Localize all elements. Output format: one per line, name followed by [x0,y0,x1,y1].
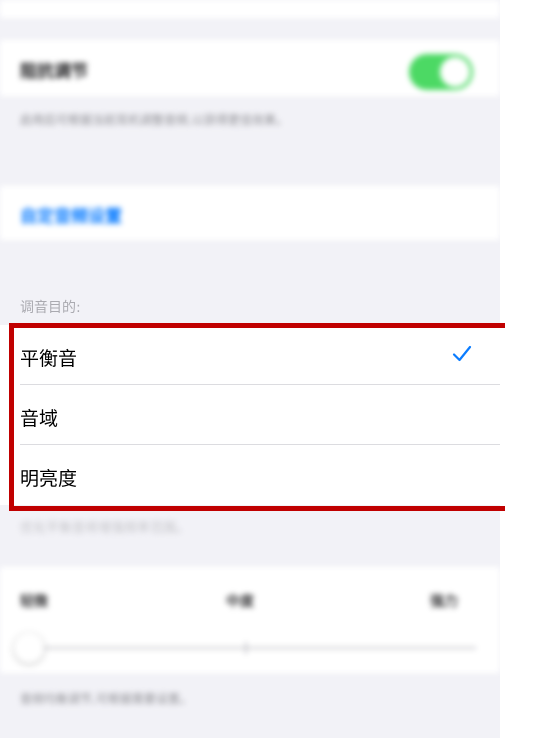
slider-thumb[interactable] [14,633,44,663]
feature-toggle[interactable] [409,54,473,90]
toggle-knob [440,57,470,87]
toggle-label: 阻抗调节 [20,62,88,82]
strength-slider-row: 轻微 中度 强力 [0,567,500,673]
toggle-description: 启用后可根据当前耳机调整音频,以获得更佳效果。 [20,113,288,127]
slider-tick [245,642,247,654]
slider-label-high: 强力 [430,594,458,610]
slider-footer-note: 音频均衡调节,可根据需要设置。 [20,692,192,706]
slider-track[interactable] [40,647,476,649]
highlight-box [9,323,505,511]
slider-label-low: 轻微 [20,594,48,610]
toggle-row[interactable]: 阻抗调节 [0,40,500,96]
purpose-footer-note: 优化平衡音将增强频率范围。 [20,521,190,536]
slider-label-mid: 中度 [226,594,254,610]
top-cell [0,0,500,18]
custom-audio-settings-row[interactable]: 自定音频设置 [0,186,500,240]
custom-audio-settings-link[interactable]: 自定音频设置 [20,202,122,227]
purpose-header: 调音目的: [20,300,81,316]
